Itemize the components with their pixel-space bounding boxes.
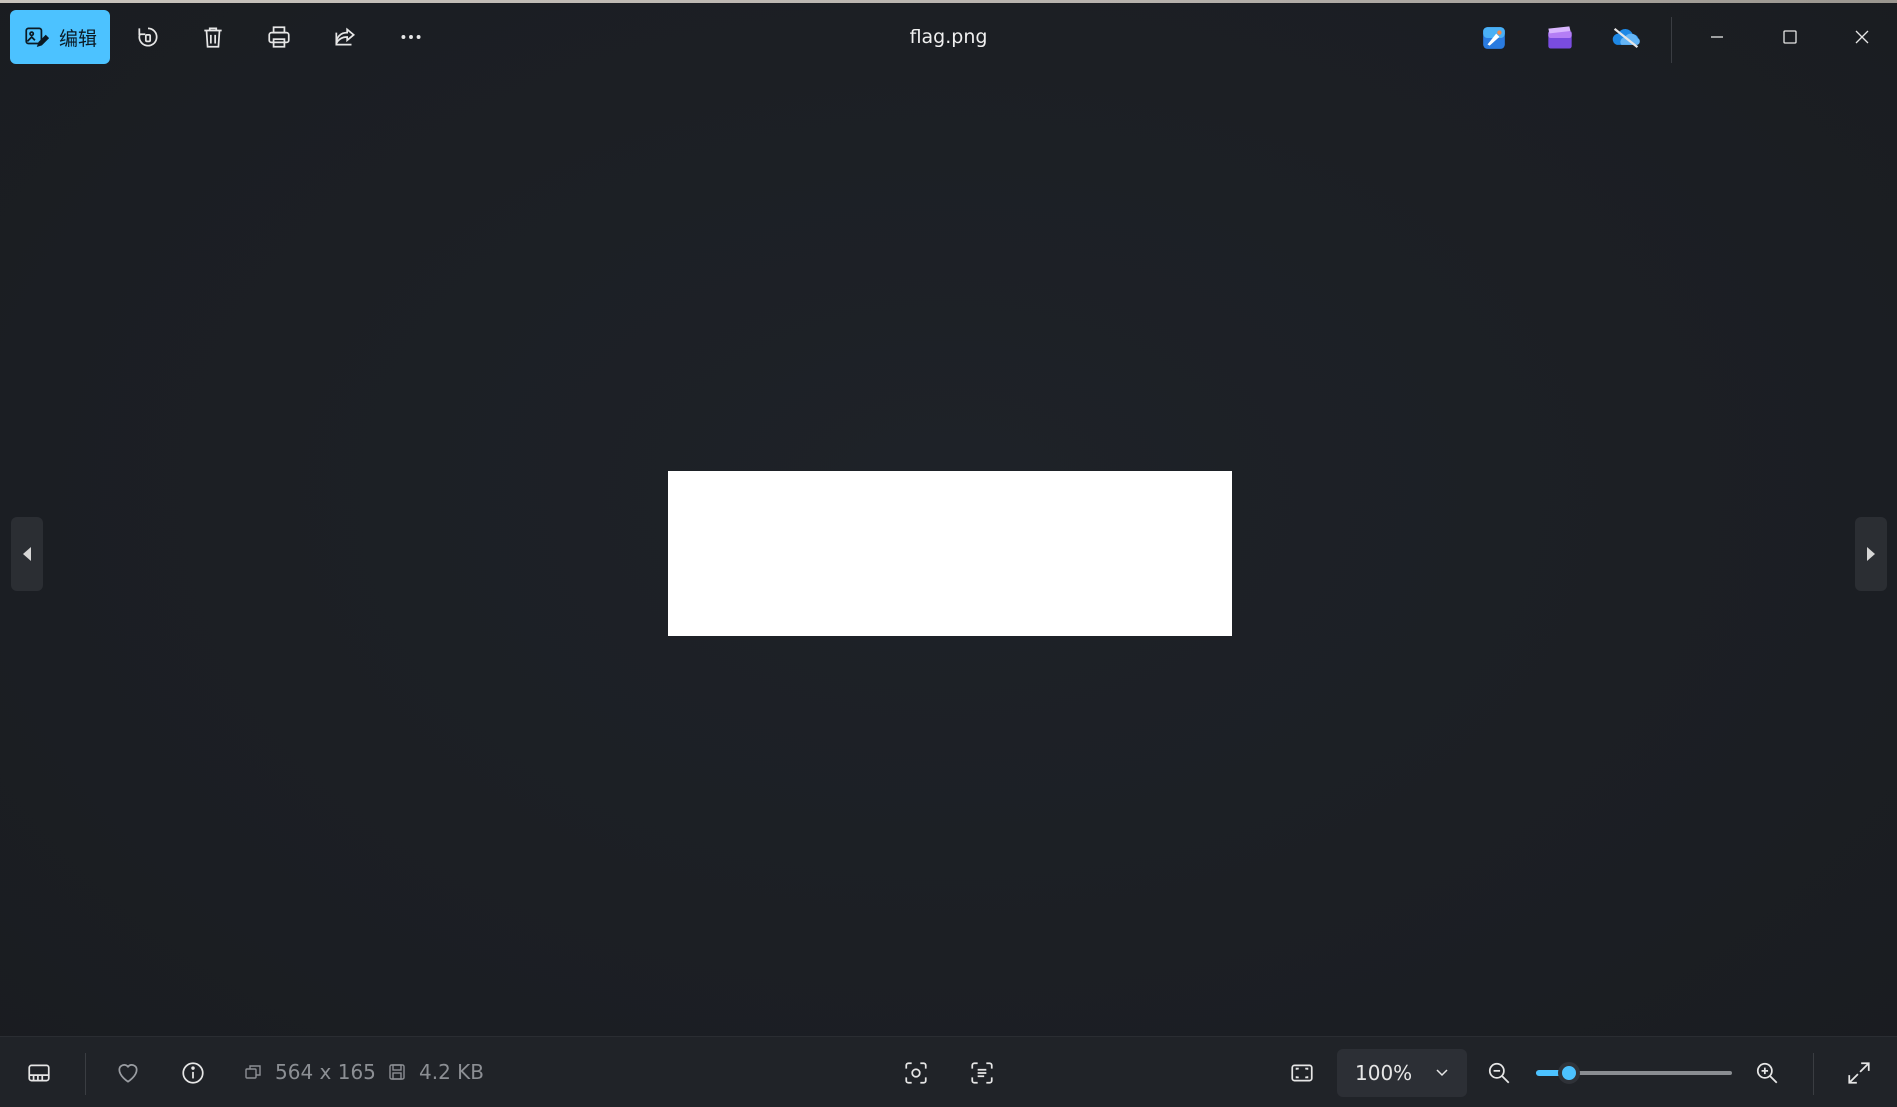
chevron-right-icon — [1867, 547, 1875, 561]
print-icon — [268, 26, 290, 48]
paint-app-button[interactable] — [1478, 22, 1510, 54]
rotate-icon — [138, 27, 158, 47]
chevron-left-icon — [23, 547, 31, 561]
previous-image-button[interactable] — [11, 517, 43, 591]
zoom-in-icon — [1756, 1062, 1778, 1084]
scan-text-button[interactable] — [965, 1056, 999, 1090]
favorite-button[interactable] — [111, 1056, 145, 1090]
visual-search-button[interactable] — [899, 1056, 933, 1090]
next-image-button[interactable] — [1855, 517, 1887, 591]
dimensions-value: 564 x 165 — [275, 1060, 376, 1084]
bottom-bar-separator-2 — [1813, 1053, 1814, 1095]
more-icon — [401, 35, 421, 39]
edit-image-icon — [25, 27, 49, 48]
zoom-in-button[interactable] — [1750, 1056, 1784, 1090]
zoom-slider-thumb[interactable] — [1558, 1062, 1580, 1084]
title-bar: 编辑 flag.png — [0, 3, 1897, 71]
onedrive-button[interactable] — [1610, 22, 1642, 54]
visual-search-icon — [905, 1062, 927, 1084]
rotate-button[interactable] — [131, 20, 165, 54]
filmstrip-button[interactable] — [22, 1056, 56, 1090]
clipchamp-app-button[interactable] — [1544, 22, 1576, 54]
close-icon — [1855, 30, 1869, 44]
fit-to-window-button[interactable] — [1285, 1056, 1319, 1090]
delete-button[interactable] — [196, 20, 230, 54]
bottom-bar-separator — [85, 1053, 86, 1095]
expand-icon — [1848, 1062, 1870, 1084]
onedrive-icon — [1612, 27, 1640, 49]
clipchamp-app-icon — [1548, 26, 1572, 49]
info-icon — [182, 1062, 204, 1084]
scan-text-icon — [971, 1062, 993, 1084]
filmstrip-icon — [28, 1064, 50, 1082]
file-size-value: 4.2 KB — [419, 1060, 484, 1084]
full-screen-button[interactable] — [1842, 1056, 1876, 1090]
fit-to-window-icon — [1291, 1064, 1313, 1082]
minimize-button[interactable] — [1694, 17, 1740, 57]
maximize-button[interactable] — [1767, 17, 1813, 57]
save-icon — [389, 1064, 405, 1080]
maximize-icon — [1783, 30, 1797, 44]
file-size: 4.2 KB — [387, 1060, 484, 1084]
zoom-out-icon — [1488, 1062, 1510, 1084]
close-button[interactable] — [1839, 17, 1885, 57]
chevron-down-icon — [1436, 1069, 1448, 1077]
edit-button-label: 编辑 — [58, 27, 97, 50]
photos-app-window: 编辑 flag.png 564 x 165 4.2 KB 100% — [0, 0, 1897, 1107]
heart-icon — [118, 1064, 138, 1083]
title-bar-separator — [1671, 17, 1672, 63]
zoom-slider[interactable] — [1536, 1062, 1732, 1084]
more-button[interactable] — [394, 20, 428, 54]
paint-app-icon — [1483, 27, 1505, 49]
zoom-out-button[interactable] — [1482, 1056, 1516, 1090]
share-icon — [335, 27, 356, 46]
edit-button[interactable]: 编辑 — [10, 10, 110, 64]
bottom-bar: 564 x 165 4.2 KB 100% — [0, 1036, 1897, 1107]
displayed-image — [668, 471, 1232, 636]
zoom-level-dropdown[interactable]: 100% — [1337, 1049, 1467, 1097]
minimize-icon — [1711, 36, 1723, 38]
print-button[interactable] — [262, 20, 296, 54]
share-button[interactable] — [328, 20, 362, 54]
delete-icon — [204, 27, 222, 48]
file-info-button[interactable] — [176, 1056, 210, 1090]
dimensions-icon — [245, 1065, 261, 1079]
zoom-level-value: 100% — [1355, 1061, 1413, 1085]
image-dimensions: 564 x 165 — [243, 1060, 376, 1084]
